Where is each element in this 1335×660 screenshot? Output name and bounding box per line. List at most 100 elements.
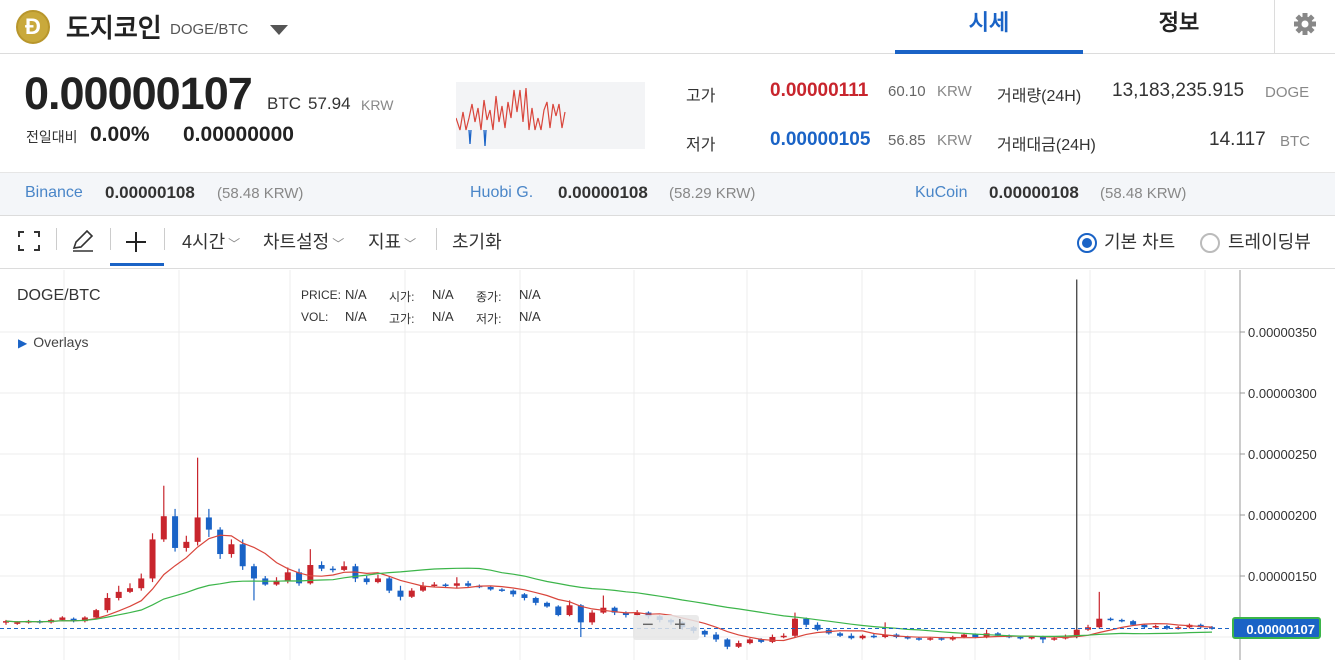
toolbar-divider: [436, 228, 437, 250]
interval-dropdown[interactable]: 4시간 ﹀: [182, 228, 240, 254]
tab-info[interactable]: 정보: [1085, 0, 1273, 54]
coin-name: 도지코인: [66, 13, 162, 43]
exchange-name-kucoin[interactable]: KuCoin: [915, 184, 967, 202]
candle-body: [1051, 638, 1058, 640]
candle-body: [397, 590, 404, 597]
exchange-name-binance[interactable]: Binance: [25, 184, 83, 202]
zoom-in-icon[interactable]: +: [674, 614, 686, 637]
candle-body: [205, 517, 212, 530]
low-value: 0.00000105: [770, 129, 871, 150]
interval-label: 4시간: [182, 232, 226, 252]
turnover-value: 14.117: [1209, 129, 1266, 150]
change-label: 전일대비: [26, 129, 78, 145]
candle-body: [566, 605, 573, 616]
price-krw: 57.94: [308, 94, 351, 113]
candle-body: [701, 630, 708, 635]
exchange-krw: (58.48 KRW): [217, 185, 304, 202]
fullscreen-icon[interactable]: [18, 231, 40, 256]
candle-body: [1118, 619, 1125, 622]
y-tick-label: 0.00000150: [1248, 569, 1317, 584]
candle-body: [724, 639, 731, 647]
exchange-krw: (58.48 KRW): [1100, 185, 1187, 202]
crosshair-icon[interactable]: [126, 232, 146, 257]
low-krw: 56.85: [888, 132, 926, 149]
reset-button[interactable]: 초기화: [452, 228, 502, 254]
candle-body: [859, 635, 866, 639]
zoom-out-icon[interactable]: −: [642, 614, 654, 637]
candle-body: [532, 597, 539, 603]
candle-body: [927, 638, 934, 640]
candle-body: [938, 638, 945, 640]
coin-select-chevron-down-icon[interactable]: [270, 25, 288, 35]
ma-long-line: [5, 567, 1213, 637]
settings-button[interactable]: [1274, 0, 1335, 54]
chart-pair-label: DOGE/BTC: [17, 287, 101, 304]
exchange-name-huobi[interactable]: Huobi G.: [470, 184, 533, 202]
chart-settings-label: 차트설정: [263, 232, 330, 252]
toolbar-divider: [56, 228, 57, 250]
candle-body: [791, 618, 798, 636]
candle-body: [126, 588, 133, 592]
sparkline: [455, 82, 645, 149]
tradingview-label[interactable]: 트레이딩뷰: [1228, 228, 1311, 254]
y-tick-label: 0.00000300: [1248, 386, 1317, 401]
basic-chart-radio[interactable]: [1077, 233, 1097, 253]
low-label: 저가: [686, 137, 716, 154]
overlays-toggle[interactable]: ▶ Overlays: [18, 334, 88, 350]
zoom-controls: − +: [633, 614, 699, 640]
candle-body: [1152, 626, 1159, 628]
candle-body: [318, 565, 325, 569]
candle-body: [1141, 624, 1148, 628]
candle-body: [93, 610, 100, 618]
candle-body: [848, 635, 855, 639]
chart-settings-dropdown[interactable]: 차트설정 ﹀: [263, 228, 344, 254]
candle-body: [837, 633, 844, 636]
candle-body: [115, 591, 122, 598]
candle-body: [104, 597, 111, 611]
play-triangle-icon: ▶: [18, 336, 28, 350]
legend-price-label: PRICE:: [301, 288, 342, 302]
candle-body: [915, 638, 922, 640]
candle-body: [769, 637, 776, 642]
candle-body: [374, 578, 381, 583]
price-chart[interactable]: [0, 270, 1335, 660]
chevron-down-icon: ﹀: [332, 237, 345, 251]
candle-body: [14, 622, 21, 624]
y-tick-label: 0.00000350: [1248, 325, 1317, 340]
candle-body: [465, 583, 472, 586]
candle-body: [149, 539, 156, 579]
candle-body: [284, 572, 291, 581]
exchange-price: 0.00000108: [558, 183, 648, 202]
candle-body: [803, 618, 810, 625]
candle-body: [510, 590, 517, 595]
tradingview-radio[interactable]: [1200, 233, 1220, 253]
gear-icon: [1294, 13, 1316, 35]
candle-body: [453, 583, 460, 586]
high-krw-unit: KRW: [937, 83, 972, 100]
legend-open-value: N/A: [432, 287, 454, 302]
legend-vol-value: N/A: [345, 309, 367, 324]
candle-body: [487, 586, 494, 590]
candle-body: [59, 617, 66, 620]
candle-body: [408, 590, 415, 597]
current-price-marker: 0.00000107: [1232, 617, 1321, 639]
price-unit: BTC: [267, 94, 301, 113]
tab-market[interactable]: 시세: [895, 0, 1083, 54]
candle-body: [1130, 621, 1137, 625]
candle-body: [780, 635, 787, 638]
legend-open-label: 시가:: [389, 290, 415, 304]
pencil-icon[interactable]: [71, 229, 95, 257]
basic-chart-label[interactable]: 기본 차트: [1104, 228, 1175, 254]
high-label: 고가: [686, 88, 716, 105]
high-krw: 60.10: [888, 83, 926, 100]
price-krw-unit: KRW: [361, 97, 394, 113]
turnover-unit: BTC: [1280, 133, 1310, 150]
chevron-down-icon: ﹀: [404, 237, 417, 251]
volume-unit: DOGE: [1265, 84, 1310, 101]
candle-body: [544, 602, 551, 607]
candle-body: [431, 584, 438, 587]
turnover-label: 거래대금(24H): [997, 137, 1096, 154]
indicators-dropdown[interactable]: 지표 ﹀: [368, 228, 416, 254]
legend-close-label: 종가:: [476, 290, 502, 304]
legend-low-value: N/A: [519, 309, 541, 324]
